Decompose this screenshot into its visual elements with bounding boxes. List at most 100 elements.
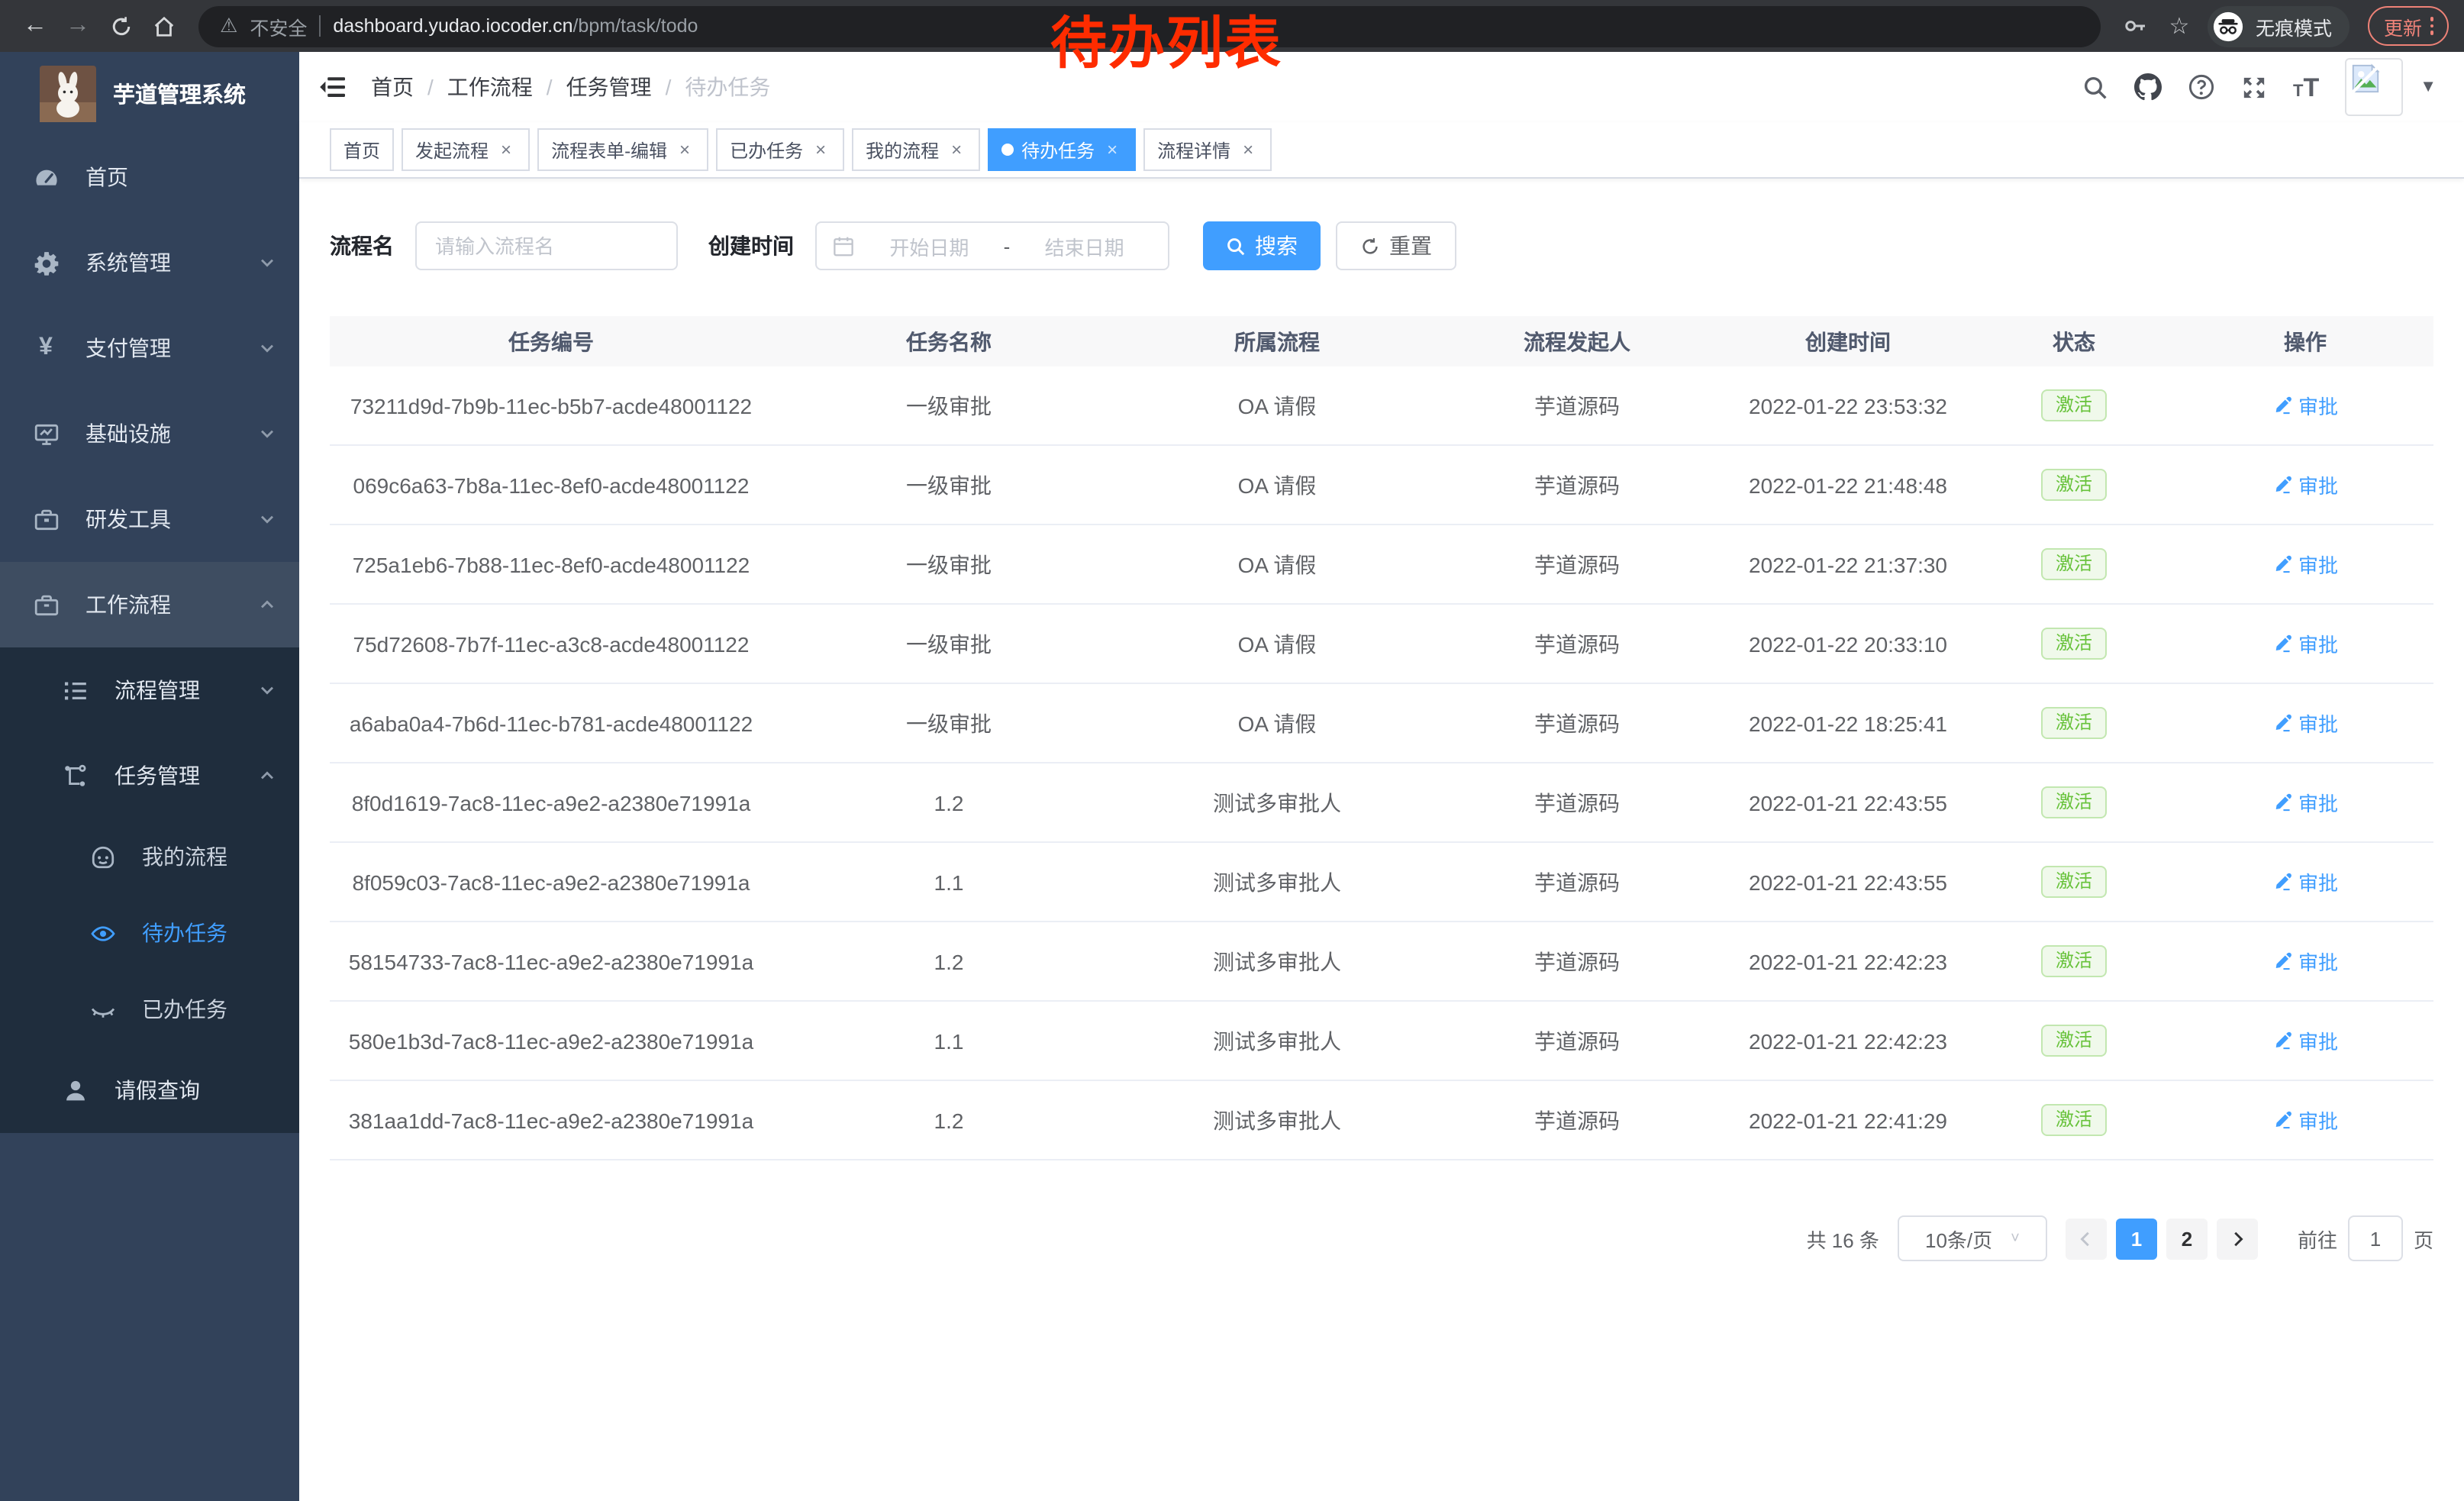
col-task-id: 任务编号: [330, 316, 772, 366]
tab-home[interactable]: 首页: [330, 128, 394, 171]
sidebar-item-done-task[interactable]: 已办任务: [0, 971, 299, 1047]
approve-button[interactable]: 审批: [2272, 470, 2338, 499]
key-icon[interactable]: [2117, 6, 2156, 46]
cell-create-time: 2022-01-22 20:33:10: [1725, 604, 1971, 683]
prev-page-button[interactable]: [2066, 1218, 2107, 1259]
search-icon[interactable]: [2082, 74, 2108, 100]
cell-actions: 审批: [2177, 366, 2433, 445]
page-2-button[interactable]: 2: [2166, 1218, 2208, 1259]
search-button[interactable]: 搜索: [1203, 221, 1321, 270]
table-body: 73211d9d-7b9b-11ec-b5b7-acde48001122一级审批…: [330, 366, 2433, 1160]
approve-button[interactable]: 审批: [2272, 947, 2338, 976]
process-name-input[interactable]: [415, 221, 678, 270]
approve-button[interactable]: 审批: [2272, 709, 2338, 738]
edit-icon: [2272, 395, 2292, 415]
tab-process-detail[interactable]: 流程详情×: [1143, 128, 1272, 171]
close-icon[interactable]: ×: [811, 139, 830, 160]
cell-status: 激活: [1971, 1001, 2177, 1080]
cell-initiator: 芋道源码: [1429, 922, 1725, 1001]
list-icon: [60, 677, 90, 703]
browser-menu-icon[interactable]: [2430, 18, 2433, 35]
pager: 12: [2066, 1218, 2258, 1259]
monitor-icon: [31, 421, 61, 447]
cell-actions: 审批: [2177, 1001, 2433, 1080]
sidebar-item-todo-task[interactable]: 待办任务: [0, 895, 299, 971]
goto-page-input[interactable]: [2348, 1215, 2403, 1261]
edit-icon: [2272, 475, 2292, 495]
help-icon[interactable]: [2188, 73, 2215, 101]
breadcrumb-task-management[interactable]: 任务管理: [566, 72, 652, 102]
sidebar-item-dev-tools[interactable]: 研发工具: [0, 476, 299, 562]
page-1-button[interactable]: 1: [2116, 1218, 2157, 1259]
sidebar-item-infrastructure[interactable]: 基础设施: [0, 391, 299, 476]
browser-update-button[interactable]: 更新: [2369, 6, 2449, 46]
table-row: 069c6a63-7b8a-11ec-8ef0-acde48001122一级审批…: [330, 445, 2433, 525]
cell-status: 激活: [1971, 922, 2177, 1001]
avatar-caret-icon[interactable]: ▼: [2420, 78, 2437, 96]
date-range-picker[interactable]: 开始日期 - 结束日期: [815, 221, 1169, 270]
approve-button[interactable]: 审批: [2272, 629, 2338, 658]
approve-button[interactable]: 审批: [2272, 550, 2338, 579]
status-badge: 激活: [2042, 389, 2106, 421]
sidebar-item-my-process[interactable]: 我的流程: [0, 818, 299, 895]
tab-todo-task[interactable]: 待办任务×: [988, 128, 1136, 171]
sidebar-item-payment-management[interactable]: ¥支付管理: [0, 305, 299, 391]
breadcrumb-workflow[interactable]: 工作流程: [447, 72, 533, 102]
update-label: 更新: [2384, 11, 2422, 40]
sidebar-item-leave-query[interactable]: 请假查询: [0, 1047, 299, 1133]
cell-create-time: 2022-01-21 22:42:23: [1725, 922, 1971, 1001]
active-dot: [1001, 144, 1014, 156]
sidebar-item-system-management[interactable]: 系统管理: [0, 220, 299, 305]
approve-button[interactable]: 审批: [2272, 1026, 2338, 1055]
breadcrumb-home[interactable]: 首页: [371, 72, 414, 102]
cell-status: 激活: [1971, 445, 2177, 525]
sidebar-item-label: 基础设施: [85, 418, 171, 449]
reset-button[interactable]: 重置: [1336, 221, 1456, 270]
approve-button[interactable]: 审批: [2272, 867, 2338, 896]
calendar-icon: [832, 234, 855, 257]
app-logo-row: 芋道管理系统: [0, 52, 299, 134]
start-date-placeholder: 开始日期: [861, 231, 998, 260]
bookmark-star-icon[interactable]: ☆: [2159, 6, 2199, 46]
cell-actions: 审批: [2177, 604, 2433, 683]
task-table: 任务编号 任务名称 所属流程 流程发起人 创建时间 状态 操作 73211d9d…: [330, 316, 2433, 1160]
font-size-icon[interactable]: TT: [2293, 74, 2319, 100]
browser-home-icon[interactable]: [144, 6, 183, 46]
close-icon[interactable]: ×: [1102, 139, 1122, 160]
sidebar-item-home[interactable]: 首页: [0, 134, 299, 220]
sidebar-item-label: 任务管理: [114, 760, 200, 791]
next-page-button[interactable]: [2217, 1218, 2258, 1259]
cell-actions: 审批: [2177, 445, 2433, 525]
col-actions: 操作: [2177, 316, 2433, 366]
table-row: 75d72608-7b7f-11ec-a3c8-acde48001122一级审批…: [330, 604, 2433, 683]
cell-task-name: 一级审批: [772, 366, 1125, 445]
table-row: a6aba0a4-7b6d-11ec-b781-acde48001122一级审批…: [330, 683, 2433, 763]
app-title: 芋道管理系统: [113, 77, 246, 109]
tab-process-form-edit[interactable]: 流程表单-编辑×: [537, 128, 708, 171]
close-icon[interactable]: ×: [947, 139, 966, 160]
approve-button[interactable]: 审批: [2272, 1106, 2338, 1135]
page-size-select[interactable]: 10条/页 ˅: [1898, 1215, 2047, 1261]
sidebar-item-task-management[interactable]: 任务管理: [0, 733, 299, 818]
annotation-title: 待办列表: [1050, 11, 1282, 79]
cell-process: 测试多审批人: [1125, 763, 1429, 842]
tab-done-task[interactable]: 已办任务×: [716, 128, 844, 171]
approve-button[interactable]: 审批: [2272, 391, 2338, 420]
avatar[interactable]: [2345, 58, 2403, 116]
goto-label: 前往: [2298, 1224, 2337, 1253]
sidebar-item-process-management[interactable]: 流程管理: [0, 647, 299, 733]
github-icon[interactable]: [2134, 73, 2162, 101]
close-icon[interactable]: ×: [1238, 139, 1258, 160]
approve-button[interactable]: 审批: [2272, 788, 2338, 817]
browser-forward-icon[interactable]: →: [58, 6, 98, 46]
tab-my-process[interactable]: 我的流程×: [852, 128, 980, 171]
close-icon[interactable]: ×: [675, 139, 695, 160]
fullscreen-icon[interactable]: [2241, 74, 2267, 100]
browser-back-icon[interactable]: ←: [15, 6, 55, 46]
tab-start-process[interactable]: 发起流程×: [402, 128, 530, 171]
close-icon[interactable]: ×: [496, 139, 516, 160]
breadcrumb: 首页 / 工作流程 / 任务管理 / 待办任务: [371, 72, 770, 102]
sidebar-item-workflow[interactable]: 工作流程: [0, 562, 299, 647]
browser-reload-icon[interactable]: [101, 6, 140, 46]
sidebar-collapse-icon[interactable]: [319, 75, 347, 99]
